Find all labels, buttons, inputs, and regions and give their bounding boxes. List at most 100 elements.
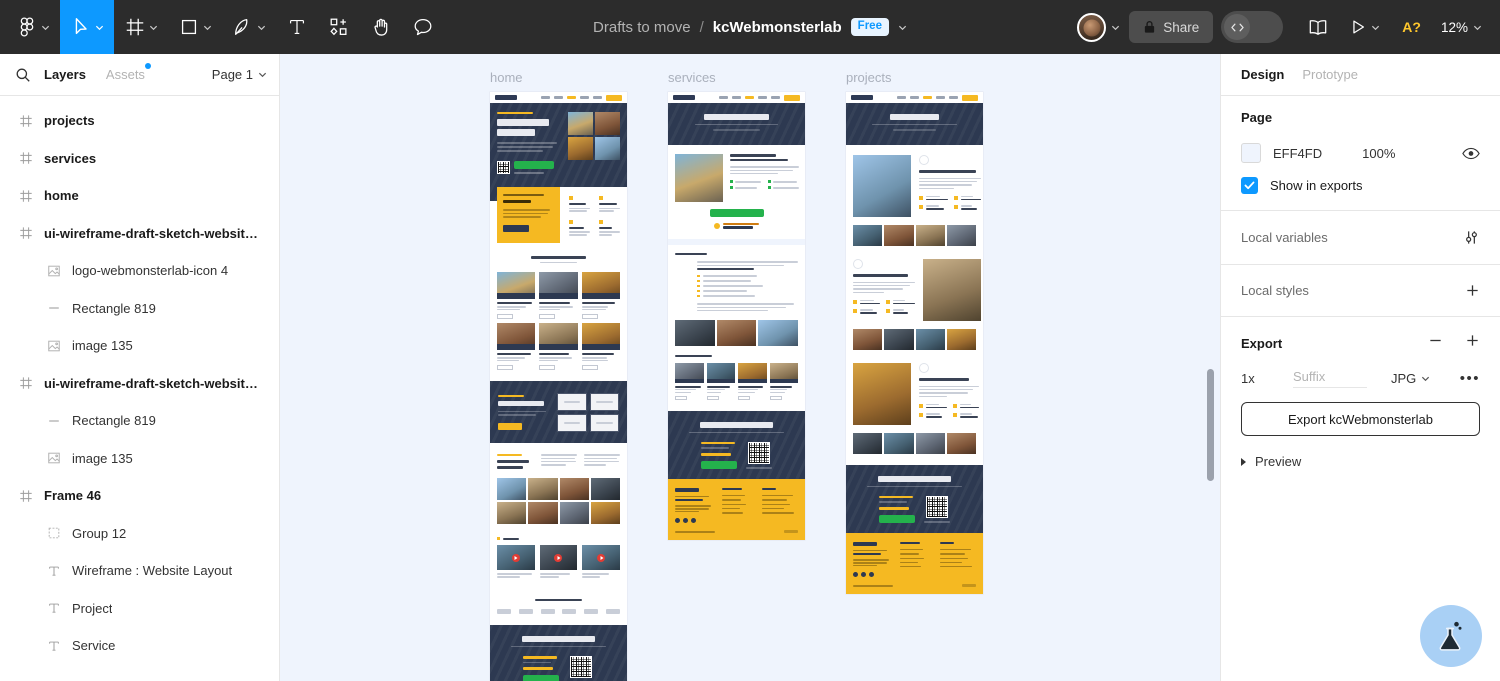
page-selector[interactable]: Page 1 — [212, 67, 267, 82]
layer-row[interactable]: Frame 46 — [0, 477, 279, 515]
frame-label-services[interactable]: services — [668, 70, 805, 86]
user-avatar-button[interactable] — [1063, 12, 1129, 42]
visibility-eye-icon[interactable] — [1462, 147, 1480, 160]
pen-tool-button[interactable] — [222, 0, 276, 54]
layer-name: Rectangle 819 — [72, 300, 156, 316]
export-button[interactable]: Export kcWebmonsterlab — [1241, 402, 1480, 436]
text-tool-icon — [286, 16, 308, 38]
add-local-style-button[interactable] — [1465, 283, 1480, 298]
layer-row[interactable]: Group 12 — [0, 515, 279, 553]
mock-page-banner — [846, 103, 983, 145]
mock-project-block — [846, 145, 983, 246]
page-section: Page EFF4FD 100% Show in exports — [1221, 96, 1500, 211]
layer-row[interactable]: Wireframe : Website Layout — [0, 552, 279, 590]
mock-service-detail — [668, 145, 805, 239]
export-suffix-input[interactable]: Suffix — [1293, 369, 1367, 388]
figma-labs-button[interactable] — [1420, 605, 1482, 667]
preview-label: Preview — [1255, 454, 1302, 469]
tab-assets-label: Assets — [105, 67, 145, 82]
chevron-down-icon — [1473, 23, 1482, 32]
layer-row[interactable]: services — [0, 140, 279, 178]
show-in-exports-label: Show in exports — [1270, 178, 1363, 193]
move-tool-button[interactable] — [60, 0, 114, 54]
avatar — [1077, 12, 1107, 42]
design-canvas[interactable]: home services projects — [280, 54, 1220, 681]
breadcrumb-parent[interactable]: Drafts to move — [593, 19, 691, 36]
layer-row[interactable]: logo-webmonsterlab-icon 4 — [0, 252, 279, 290]
tab-design[interactable]: Design — [1241, 67, 1284, 82]
layer-name: Frame 46 — [44, 488, 102, 504]
layer-row[interactable]: Service — [0, 627, 279, 665]
local-variables-settings-icon[interactable] — [1463, 229, 1480, 246]
figma-menu-button[interactable] — [0, 0, 60, 54]
frame-label-home[interactable]: home — [490, 70, 627, 86]
frame-content-home — [490, 92, 627, 681]
page-color-opacity[interactable]: 100% — [1362, 146, 1395, 161]
tab-prototype[interactable]: Prototype — [1302, 67, 1358, 82]
chevron-down-icon — [1111, 23, 1120, 32]
layer-row[interactable]: ui-wireframe-draft-sketch-websit… — [0, 215, 279, 253]
mock-cta — [846, 465, 983, 533]
layer-row[interactable]: image 135 — [0, 440, 279, 478]
plan-badge[interactable]: Free — [850, 18, 889, 36]
assets-update-dot — [144, 63, 151, 69]
layer-row[interactable]: home — [0, 177, 279, 215]
library-book-button[interactable] — [1297, 18, 1339, 37]
hand-tool-button[interactable] — [360, 0, 402, 54]
layer-row[interactable]: Project — [0, 590, 279, 628]
add-export-setting-button[interactable] — [1465, 333, 1480, 353]
canvas-frame-projects[interactable]: projects — [846, 70, 983, 595]
dev-mode-toggle[interactable] — [1221, 11, 1284, 43]
page-color-swatch[interactable] — [1241, 143, 1261, 163]
frame-tool-button[interactable] — [114, 0, 168, 54]
mock-navbar — [668, 92, 805, 103]
local-variables-row[interactable]: Local variables — [1221, 211, 1500, 265]
layer-row[interactable]: Rectangle 819 — [0, 402, 279, 440]
tab-layers[interactable]: Layers — [34, 67, 96, 82]
shape-tool-button[interactable] — [168, 0, 222, 54]
layer-row[interactable]: ui-wireframe-draft-sketch-websit… — [0, 365, 279, 403]
canvas-vertical-scrollbar[interactable] — [1207, 369, 1214, 481]
share-button[interactable]: Share — [1129, 11, 1214, 43]
mock-nav-links — [541, 94, 622, 101]
layer-row[interactable]: projects — [0, 102, 279, 140]
tab-assets[interactable]: Assets — [96, 63, 155, 82]
show-in-exports-checkbox[interactable] — [1241, 177, 1258, 194]
export-format-select[interactable]: JPG — [1391, 371, 1430, 386]
frame-icon — [18, 225, 34, 241]
canvas-frame-services[interactable]: services — [668, 70, 805, 541]
layer-name: image 135 — [72, 338, 133, 354]
chevron-down-icon — [1421, 374, 1430, 383]
breadcrumb-file-name[interactable]: kcWebmonsterlab — [713, 19, 842, 36]
mock-project-block — [846, 350, 983, 465]
export-more-options-button[interactable]: ••• — [1460, 370, 1480, 387]
chevron-down-icon — [257, 23, 266, 32]
page-color-hex[interactable]: EFF4FD — [1273, 146, 1322, 161]
remove-export-setting-button[interactable] — [1428, 333, 1443, 353]
toolbar-right-group: Share A? 12% — [1063, 0, 1500, 54]
layer-name: Wireframe : Website Layout — [72, 563, 233, 579]
preview-disclosure[interactable]: Preview — [1221, 436, 1500, 487]
frame-label-projects[interactable]: projects — [846, 70, 983, 86]
layer-row[interactable]: image 135 — [0, 327, 279, 365]
present-play-button[interactable] — [1339, 18, 1390, 36]
export-scale-input[interactable]: 1x — [1241, 371, 1293, 386]
local-styles-row[interactable]: Local styles — [1221, 265, 1500, 317]
mock-partners — [490, 589, 627, 626]
export-section: Export 1x Suffix JPG ••• Export kcWebmon… — [1221, 317, 1500, 487]
zoom-level-button[interactable]: 12% — [1433, 20, 1486, 35]
main-area: Layers Assets Page 1 projects services hom… — [0, 54, 1500, 681]
play-icon — [1349, 18, 1367, 36]
components-tool-button[interactable] — [318, 0, 360, 54]
text-tool-button[interactable] — [276, 0, 318, 54]
canvas-frame-home[interactable]: home — [490, 70, 627, 681]
comment-tool-button[interactable] — [402, 0, 444, 54]
file-menu-chevron-down-icon[interactable] — [898, 23, 907, 32]
search-icon[interactable] — [12, 64, 34, 86]
mock-cta — [668, 411, 805, 480]
layer-row[interactable]: Rectangle 819 — [0, 290, 279, 328]
layer-name: image 135 — [72, 450, 133, 466]
help-button[interactable]: A? — [1390, 19, 1433, 35]
mock-article — [668, 245, 805, 321]
text-icon — [46, 600, 62, 616]
